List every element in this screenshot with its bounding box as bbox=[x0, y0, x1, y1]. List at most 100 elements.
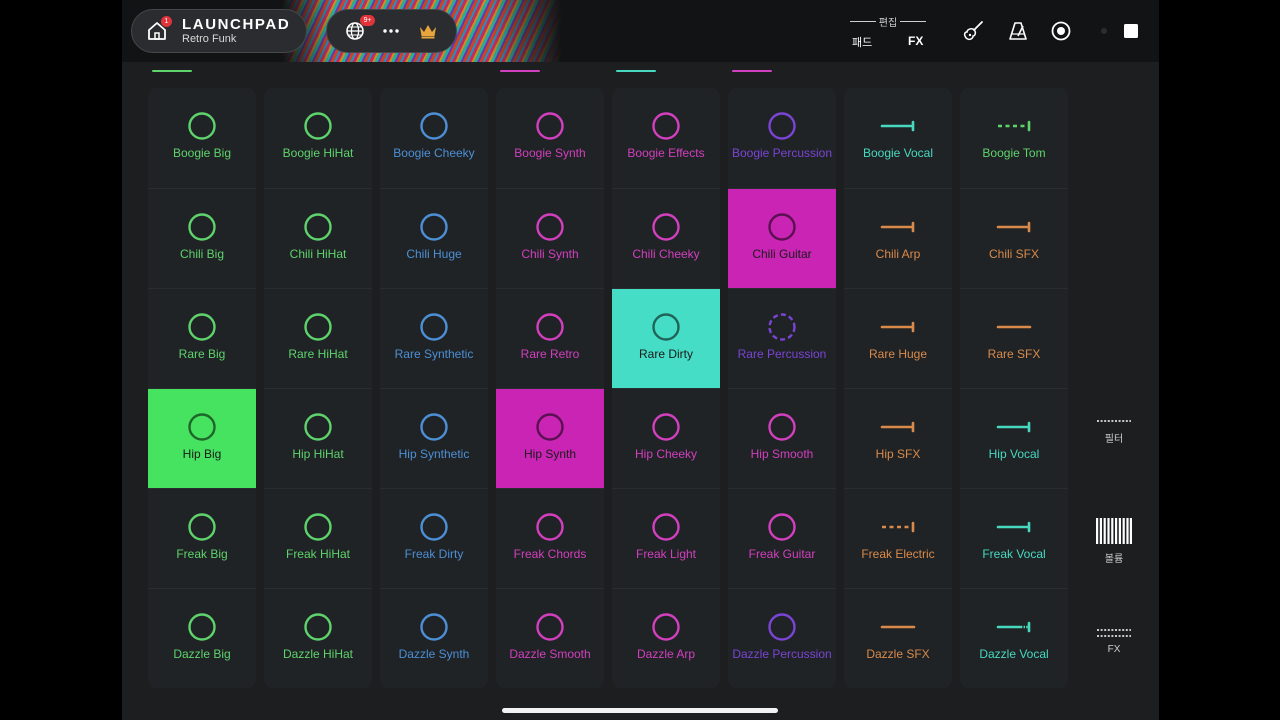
pad-label: Dazzle SFX bbox=[866, 647, 930, 661]
loop-circle-icon bbox=[762, 512, 802, 542]
pad-hip-vocal[interactable]: Hip Vocal bbox=[960, 388, 1068, 488]
pad-chili-huge[interactable]: Chili Huge bbox=[380, 188, 488, 288]
pad-rare-sfx[interactable]: Rare SFX bbox=[960, 288, 1068, 388]
pad-dazzle-synth[interactable]: Dazzle Synth bbox=[380, 588, 488, 688]
pad-label: Hip Big bbox=[182, 447, 222, 461]
pad-hip-cheeky[interactable]: Hip Cheeky bbox=[612, 388, 720, 488]
pad-label: Freak Light bbox=[635, 547, 697, 561]
pad-chili-arp[interactable]: Chili Arp bbox=[844, 188, 952, 288]
pad-label: Hip Synth bbox=[523, 447, 577, 461]
pad-rare-big[interactable]: Rare Big bbox=[148, 288, 256, 388]
pad-rare-huge[interactable]: Rare Huge bbox=[844, 288, 952, 388]
pad-rare-percussion[interactable]: Rare Percussion bbox=[728, 288, 836, 388]
more-icon[interactable] bbox=[377, 17, 405, 45]
pad-freak-light[interactable]: Freak Light bbox=[612, 488, 720, 588]
pad-dazzle-vocal[interactable]: Dazzle Vocal bbox=[960, 588, 1068, 688]
pad-boogie-cheeky[interactable]: Boogie Cheeky bbox=[380, 88, 488, 188]
volume-bars-icon bbox=[1096, 518, 1132, 544]
pad-rare-retro[interactable]: Rare Retro bbox=[496, 288, 604, 388]
mode-pad-option[interactable]: 패드 bbox=[852, 34, 872, 50]
pad-boogie-synth[interactable]: Boogie Synth bbox=[496, 88, 604, 188]
pad-freak-vocal[interactable]: Freak Vocal bbox=[960, 488, 1068, 588]
pad-label: Chili Huge bbox=[406, 247, 462, 261]
column-indicator bbox=[616, 70, 656, 72]
pad-dazzle-big[interactable]: Dazzle Big bbox=[148, 588, 256, 688]
loop-circle-icon bbox=[298, 512, 338, 542]
pad-rare-hihat[interactable]: Rare HiHat bbox=[264, 288, 372, 388]
pad-label: Freak HiHat bbox=[285, 547, 350, 561]
metronome-icon[interactable] bbox=[1005, 18, 1031, 44]
pad-dazzle-arp[interactable]: Dazzle Arp bbox=[612, 588, 720, 688]
pad-hip-sfx[interactable]: Hip SFX bbox=[844, 388, 952, 488]
pad-chili-guitar[interactable]: Chili Guitar bbox=[728, 188, 836, 288]
pad-hip-hihat[interactable]: Hip HiHat bbox=[264, 388, 372, 488]
loop-circle-icon bbox=[182, 212, 222, 242]
loop-circle-icon bbox=[762, 612, 802, 642]
app-title: LAUNCHPAD bbox=[182, 16, 291, 33]
record-icon[interactable] bbox=[1048, 18, 1074, 44]
pad-dazzle-hihat[interactable]: Dazzle HiHat bbox=[264, 588, 372, 688]
pad-hip-synth[interactable]: Hip Synth bbox=[496, 388, 604, 488]
pad-chili-sfx[interactable]: Chili SFX bbox=[960, 188, 1068, 288]
pad-hip-synthetic[interactable]: Hip Synthetic bbox=[380, 388, 488, 488]
fx-label: FX bbox=[1107, 644, 1121, 655]
loop-circle-icon bbox=[646, 412, 686, 442]
pad-label: Chili Cheeky bbox=[632, 247, 700, 261]
pad-freak-hihat[interactable]: Freak HiHat bbox=[264, 488, 372, 588]
pad-rare-synthetic[interactable]: Rare Synthetic bbox=[380, 288, 488, 388]
pad-rare-dirty[interactable]: Rare Dirty bbox=[612, 288, 720, 388]
pad-freak-electric[interactable]: Freak Electric bbox=[844, 488, 952, 588]
globe-icon[interactable]: 9+ bbox=[341, 15, 376, 45]
guitar-icon[interactable] bbox=[960, 18, 986, 44]
stop-icon[interactable] bbox=[1118, 18, 1144, 44]
mode-switch[interactable]: 편집 패드 FX bbox=[847, 14, 929, 50]
column-indicator bbox=[500, 70, 540, 72]
project-info: LAUNCHPAD Retro Funk bbox=[182, 16, 290, 46]
loop-circle-icon bbox=[530, 212, 570, 242]
loop-circle-icon bbox=[530, 111, 570, 141]
dashed-line-icon bbox=[994, 111, 1034, 141]
loop-circle-icon bbox=[530, 512, 570, 542]
pad-hip-smooth[interactable]: Hip Smooth bbox=[728, 388, 836, 488]
pad-label: Freak Electric bbox=[861, 547, 935, 561]
pad-boogie-hihat[interactable]: Boogie HiHat bbox=[264, 88, 372, 188]
pad-chili-hihat[interactable]: Chili HiHat bbox=[264, 188, 372, 288]
pad-label: Hip HiHat bbox=[292, 447, 344, 461]
pad-label: Chili SFX bbox=[988, 247, 1039, 261]
loop-circle-icon bbox=[298, 612, 338, 642]
pad-boogie-effects[interactable]: Boogie Effects bbox=[612, 88, 720, 188]
pad-label: Chili Big bbox=[179, 247, 224, 261]
column-indicator bbox=[152, 70, 192, 72]
fx-control[interactable]: FX bbox=[1087, 628, 1141, 655]
pad-boogie-tom[interactable]: Boogie Tom bbox=[960, 88, 1068, 188]
pad-freak-big[interactable]: Freak Big bbox=[148, 488, 256, 588]
line-end-icon bbox=[994, 412, 1034, 442]
crown-icon[interactable] bbox=[414, 17, 442, 45]
pad-freak-guitar[interactable]: Freak Guitar bbox=[728, 488, 836, 588]
pad-boogie-big[interactable]: Boogie Big bbox=[148, 88, 256, 188]
pad-freak-dirty[interactable]: Freak Dirty bbox=[380, 488, 488, 588]
pad-freak-chords[interactable]: Freak Chords bbox=[496, 488, 604, 588]
pad-label: Rare Dirty bbox=[638, 347, 693, 361]
mode-fx-option[interactable]: FX bbox=[908, 34, 923, 48]
volume-control[interactable]: 볼륨 bbox=[1087, 518, 1141, 565]
loop-circle-icon bbox=[762, 212, 802, 242]
pad-chili-cheeky[interactable]: Chili Cheeky bbox=[612, 188, 720, 288]
loop-circle-icon bbox=[762, 111, 802, 141]
project-selector[interactable]: 1 LAUNCHPAD Retro Funk bbox=[131, 9, 307, 53]
pad-dazzle-smooth[interactable]: Dazzle Smooth bbox=[496, 588, 604, 688]
pad-label: Dazzle Big bbox=[173, 647, 231, 661]
pad-dazzle-percussion[interactable]: Dazzle Percussion bbox=[728, 588, 836, 688]
pad-dazzle-sfx[interactable]: Dazzle SFX bbox=[844, 588, 952, 688]
pad-boogie-percussion[interactable]: Boogie Percussion bbox=[728, 88, 836, 188]
pad-hip-big[interactable]: Hip Big bbox=[148, 388, 256, 488]
pad-chili-big[interactable]: Chili Big bbox=[148, 188, 256, 288]
home-indicator[interactable] bbox=[502, 708, 778, 713]
loop-circle-icon bbox=[414, 512, 454, 542]
pad-boogie-vocal[interactable]: Boogie Vocal bbox=[844, 88, 952, 188]
loop-circle-icon bbox=[298, 111, 338, 141]
filter-control[interactable]: 필터 bbox=[1087, 418, 1141, 445]
pad-chili-synth[interactable]: Chili Synth bbox=[496, 188, 604, 288]
home-icon[interactable]: 1 bbox=[146, 16, 172, 42]
column-indicator bbox=[732, 70, 772, 72]
